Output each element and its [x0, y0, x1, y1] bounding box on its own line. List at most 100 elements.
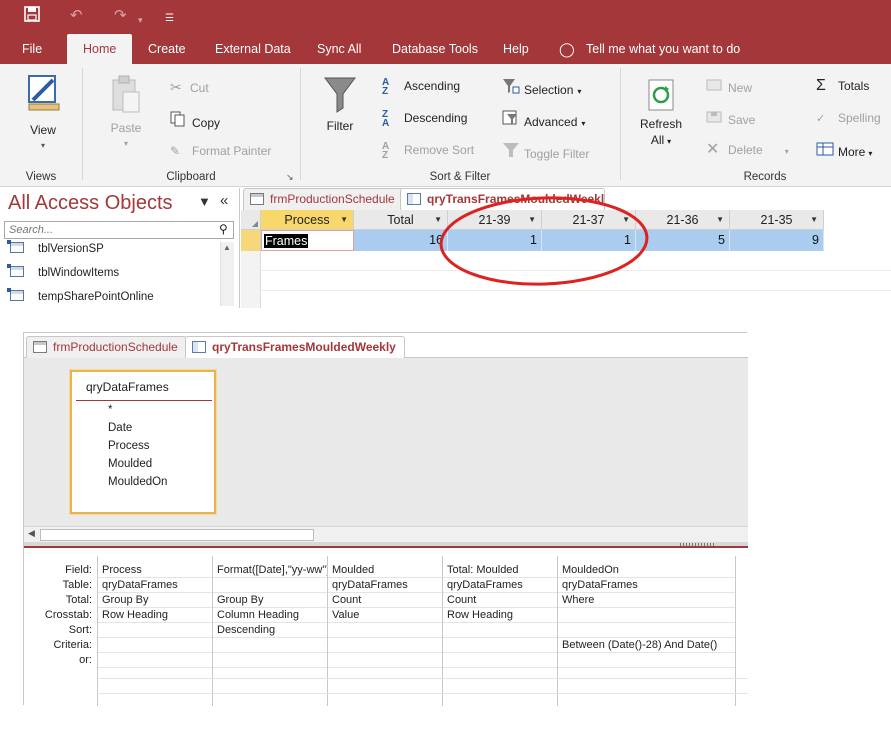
grid-cell-crosstab[interactable]: Column Heading — [213, 608, 327, 623]
nav-item-tblVersionSP[interactable]: tblVersionSP — [7, 240, 104, 255]
grid-cell-criteria[interactable]: Between (Date()-28) And Date() — [558, 638, 735, 653]
format-painter-button[interactable]: ✎ Format Painter — [170, 143, 271, 159]
grid-cell-table[interactable]: qryDataFrames — [443, 578, 557, 593]
grid-cell-sort[interactable] — [98, 623, 212, 638]
nav-scrollbar[interactable]: ▲ — [220, 242, 234, 306]
search-icon[interactable]: ⚲ — [219, 222, 228, 236]
grid-cell-crosstab[interactable]: Value — [328, 608, 442, 623]
grid-cell-table[interactable]: qryDataFrames — [558, 578, 735, 593]
refresh-all-button[interactable]: Refresh All ▾ — [638, 78, 684, 150]
grid-cell-criteria[interactable] — [98, 638, 212, 653]
copy-button[interactable]: Copy — [170, 111, 220, 131]
paste-button[interactable]: Paste ▾ — [104, 74, 148, 152]
tab-frmProductionSchedule[interactable]: frmProductionSchedule — [243, 188, 404, 210]
record-selector[interactable] — [241, 230, 261, 251]
tell-me-search[interactable]: Tell me what you want to do — [586, 34, 740, 64]
pane-splitter[interactable] — [24, 542, 748, 548]
cell-process[interactable]: Frames — [261, 230, 354, 251]
grid-cell-or[interactable] — [443, 653, 557, 668]
grid-cell-field[interactable]: Total: Moulded — [443, 563, 557, 578]
grid-cell-table[interactable]: qryDataFrames — [328, 578, 442, 593]
grid-cell-sort[interactable] — [558, 623, 735, 638]
grid-cell-field[interactable]: Process — [98, 563, 212, 578]
advanced-button[interactable]: Advanced ▾ — [502, 110, 585, 132]
customize-toolbar-icon[interactable]: ☰ — [165, 9, 174, 29]
scroll-up-icon[interactable]: ▲ — [223, 243, 231, 252]
grid-cell-total[interactable]: Where — [558, 593, 735, 608]
grid-cell-field[interactable]: Format([Date],"yy-ww") — [213, 563, 327, 578]
grid-cell-or[interactable] — [558, 653, 735, 668]
horizontal-scrollbar[interactable]: ◀ — [24, 526, 748, 542]
selection-dropdown-icon[interactable]: ▾ — [577, 87, 581, 96]
column-header-total[interactable]: Total ▼ — [354, 210, 448, 230]
advanced-dropdown-icon[interactable]: ▾ — [581, 119, 585, 128]
grid-cell-sort[interactable] — [328, 623, 442, 638]
field-list-item[interactable]: Process — [108, 440, 150, 452]
descending-button[interactable]: Z A Descending — [382, 110, 467, 130]
grid-cell-or[interactable] — [328, 653, 442, 668]
tab-database-tools[interactable]: Database Tools — [392, 34, 478, 64]
cell-21-39[interactable]: 1 — [448, 230, 542, 251]
grid-cell-table[interactable]: qryDataFrames — [98, 578, 212, 593]
column-dropdown-icon[interactable]: ▼ — [340, 210, 348, 230]
grid-cell-total[interactable]: Count — [328, 593, 442, 608]
nav-menu-dropdown-icon[interactable]: ▼ — [198, 194, 211, 209]
tab-frmProductionSchedule[interactable]: frmProductionSchedule — [26, 336, 187, 358]
column-header-21-37[interactable]: 21-37 ▼ — [542, 210, 636, 230]
grid-cell-total[interactable]: Group By — [213, 593, 327, 608]
tab-help[interactable]: Help — [503, 34, 529, 64]
grid-cell-sort[interactable] — [443, 623, 557, 638]
save-record-button[interactable]: Save — [706, 110, 755, 128]
select-all-corner[interactable]: ◢ — [241, 210, 261, 230]
tab-qryTransFramesMouldedWeekly[interactable]: qryTransFramesMouldedWeekly — [400, 188, 605, 210]
grid-cell-or[interactable] — [213, 653, 327, 668]
column-dropdown-icon[interactable]: ▼ — [528, 210, 536, 230]
grid-cell-crosstab[interactable] — [558, 608, 735, 623]
delete-dropdown-icon[interactable]: ▾ — [785, 147, 789, 156]
nav-search-input[interactable] — [4, 221, 234, 239]
new-record-button[interactable]: New — [706, 78, 752, 96]
grid-cell-total[interactable]: Count — [443, 593, 557, 608]
more-dropdown-icon[interactable]: ▾ — [868, 149, 872, 158]
grid-cell-criteria[interactable] — [443, 638, 557, 653]
grid-cell-criteria[interactable] — [328, 638, 442, 653]
field-list-item[interactable]: Moulded — [108, 458, 152, 470]
refresh-dropdown-icon[interactable]: ▾ — [667, 137, 671, 146]
column-dropdown-icon[interactable]: ▼ — [716, 210, 724, 230]
view-dropdown-icon[interactable]: ▾ — [18, 138, 68, 154]
grid-cell-total[interactable]: Group By — [98, 593, 212, 608]
filter-button[interactable]: Filter — [322, 74, 358, 134]
column-dropdown-icon[interactable]: ▼ — [810, 210, 818, 230]
column-header-process[interactable]: Process ▼ — [261, 210, 354, 230]
field-list-item[interactable]: Date — [108, 422, 132, 434]
grid-cell-crosstab[interactable]: Row Heading — [443, 608, 557, 623]
save-icon[interactable] — [24, 6, 40, 28]
column-header-21-36[interactable]: 21-36 ▼ — [636, 210, 730, 230]
column-dropdown-icon[interactable]: ▼ — [622, 210, 630, 230]
redo-icon[interactable]: ↷ — [114, 6, 127, 26]
tab-home[interactable]: Home — [67, 34, 133, 64]
spelling-button[interactable]: ✓ Spelling — [816, 110, 881, 127]
cell-total[interactable]: 16 — [354, 230, 448, 251]
nav-pane-title[interactable]: All Access Objects — [8, 192, 173, 215]
tab-create[interactable]: Create — [148, 34, 186, 64]
field-list-item[interactable]: * — [108, 404, 112, 416]
ascending-button[interactable]: A Z Ascending — [382, 78, 460, 98]
grid-cell-field[interactable]: Moulded — [328, 563, 442, 578]
cell-21-35[interactable]: 9 — [730, 230, 824, 251]
column-header-21-35[interactable]: 21-35 ▼ — [730, 210, 824, 230]
column-dropdown-icon[interactable]: ▼ — [434, 210, 442, 230]
tab-sync-all[interactable]: Sync All — [317, 34, 361, 64]
nav-item-tempSharePointOnline[interactable]: tempSharePointOnline — [7, 288, 154, 303]
tab-qryTransFramesMouldedWeekly[interactable]: qryTransFramesMouldedWeekly — [185, 336, 405, 358]
grid-cell-field[interactable]: MouldedOn — [558, 563, 735, 578]
design-column-empty[interactable] — [735, 556, 748, 706]
grid-cell-table[interactable] — [213, 578, 327, 593]
toggle-filter-button[interactable]: Toggle Filter — [502, 142, 589, 162]
totals-button[interactable]: Σ Totals — [816, 78, 869, 94]
collapse-chevron-icon[interactable]: « — [220, 192, 228, 209]
tab-external-data[interactable]: External Data — [215, 34, 291, 64]
delete-record-button[interactable]: ✕ Delete ▾ — [706, 142, 789, 160]
view-button[interactable]: View ▾ — [18, 72, 68, 154]
grid-cell-or[interactable] — [98, 653, 212, 668]
